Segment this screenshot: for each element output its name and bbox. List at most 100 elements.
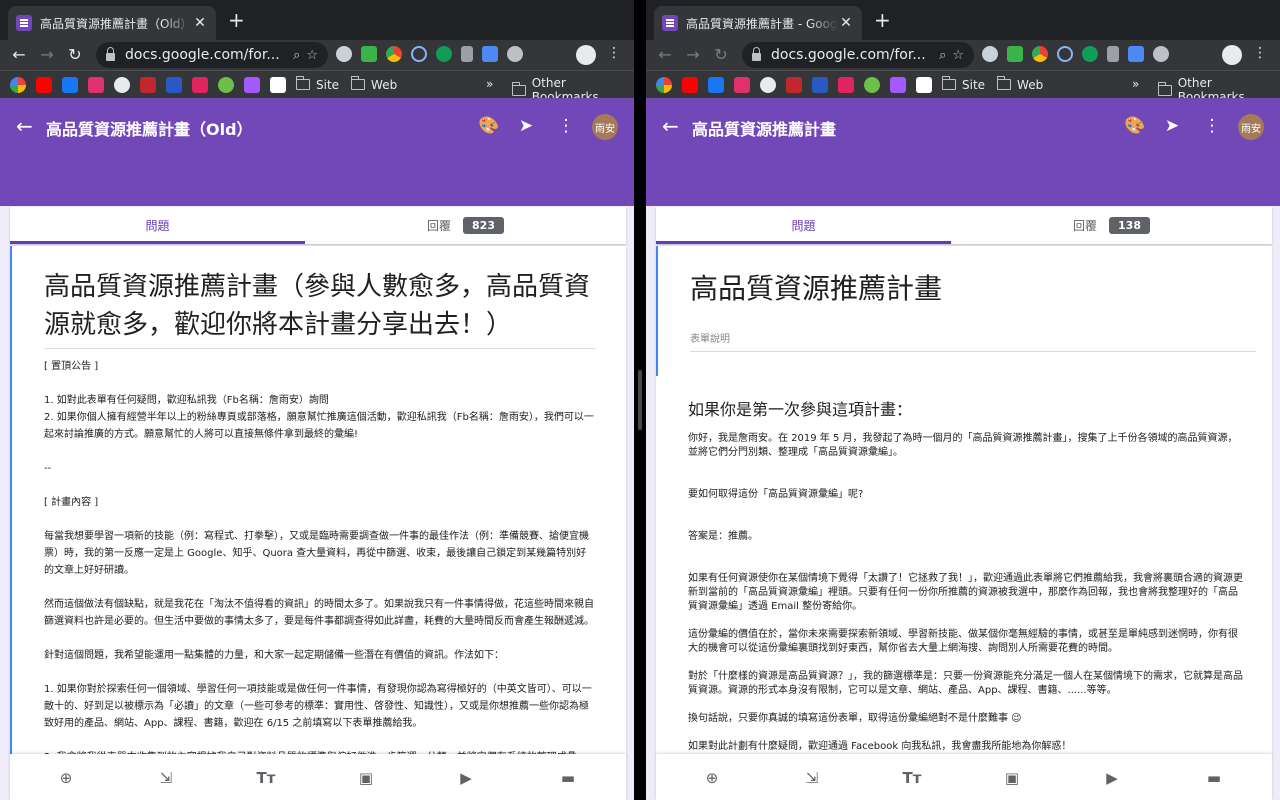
google-bookmark-icon[interactable] xyxy=(10,76,26,93)
bookmark-icon[interactable] xyxy=(140,76,156,93)
cors-extension-icon[interactable] xyxy=(1007,46,1023,62)
extension-icon[interactable] xyxy=(507,46,523,62)
bookmark-star-icon[interactable]: ☆ xyxy=(952,48,964,63)
download-extension-icon[interactable] xyxy=(461,46,473,62)
instagram-bookmark-icon[interactable] xyxy=(88,76,104,93)
extension-icon[interactable] xyxy=(336,46,352,62)
google-bookmark-icon[interactable] xyxy=(656,76,672,93)
back-arrow-icon[interactable]: ← xyxy=(654,44,676,66)
form-header-card[interactable]: 高品質資源推薦計畫 表單說明 xyxy=(656,246,1272,376)
shield-extension-icon[interactable] xyxy=(482,46,498,62)
add-title-icon[interactable]: Tт xyxy=(256,768,276,788)
browser-tab[interactable]: 高品質資源推薦計畫（Old） - Go ✕ xyxy=(8,6,216,40)
section-description[interactable]: 你好，我是詹雨安。在 2019 年 5 月，我發起了為時一個月的「高品質資源推薦… xyxy=(688,432,1244,754)
youtube-bookmark-icon[interactable] xyxy=(36,76,52,93)
add-section-icon[interactable]: ▬ xyxy=(558,768,578,788)
new-tab-icon[interactable]: + xyxy=(874,10,891,30)
react-devtools-icon[interactable] xyxy=(1057,46,1073,62)
instagram-bookmark-icon[interactable] xyxy=(734,76,750,93)
cors-extension-icon[interactable] xyxy=(361,46,377,62)
add-section-icon[interactable]: ▬ xyxy=(1204,768,1224,788)
extension-icon[interactable] xyxy=(1153,46,1169,62)
tab-responses[interactable]: 回覆 138 xyxy=(951,207,1272,244)
avatar[interactable]: 雨安 xyxy=(1238,114,1264,140)
chrome-extension-icon[interactable] xyxy=(1032,46,1048,62)
bookmark-icon[interactable] xyxy=(838,76,854,93)
bookmark-icon[interactable] xyxy=(192,76,208,93)
address-bar[interactable]: docs.google.com/for... ⌕ ☆ xyxy=(96,42,328,68)
send-icon[interactable]: ➤ xyxy=(516,116,536,136)
zoom-icon[interactable]: ⌕ xyxy=(293,48,300,63)
github-bookmark-icon[interactable] xyxy=(114,76,130,93)
add-image-icon[interactable]: ▣ xyxy=(356,768,376,788)
forward-arrow-icon[interactable]: → xyxy=(36,44,58,66)
grammar-extension-icon[interactable] xyxy=(1082,46,1098,62)
palette-icon[interactable]: 🎨 xyxy=(478,116,499,136)
facebook-bookmark-icon[interactable] xyxy=(62,76,78,93)
add-video-icon[interactable]: ▶ xyxy=(1102,768,1122,788)
send-icon[interactable]: ➤ xyxy=(1162,116,1182,136)
split-handle[interactable] xyxy=(638,370,642,430)
address-bar[interactable]: docs.google.com/for... ⌕ ☆ xyxy=(742,42,974,68)
bookmark-icon[interactable] xyxy=(218,76,234,93)
avatar[interactable]: 雨安 xyxy=(592,114,618,140)
add-question-icon[interactable]: ⊕ xyxy=(56,768,76,788)
notion-bookmark-icon[interactable] xyxy=(270,76,286,93)
close-tab-icon[interactable]: ✕ xyxy=(192,15,208,31)
url-text[interactable]: docs.google.com/for... xyxy=(125,47,287,63)
bookmark-folder-web[interactable]: Web xyxy=(996,76,1043,92)
tab-responses[interactable]: 回覆 823 xyxy=(305,207,626,244)
more-options-icon[interactable]: ⋮ xyxy=(1202,116,1222,136)
figma-bookmark-icon[interactable] xyxy=(890,76,906,93)
form-description[interactable]: [ 置頂公告 ] 1. 如對此表單有任何疑問，歡迎私訊我（Fb名稱：詹雨安）詢問… xyxy=(44,358,596,800)
browser-menu-icon[interactable]: ⋮ xyxy=(1252,45,1268,61)
chrome-extension-icon[interactable] xyxy=(386,46,402,62)
add-video-icon[interactable]: ▶ xyxy=(456,768,476,788)
form-description-field[interactable]: 表單說明 xyxy=(690,330,1256,352)
reload-icon[interactable]: ↻ xyxy=(64,44,86,66)
add-title-icon[interactable]: Tт xyxy=(902,768,922,788)
forward-arrow-icon[interactable]: → xyxy=(682,44,704,66)
tab-questions[interactable]: 問題 xyxy=(10,207,305,244)
import-questions-icon[interactable]: ⇲ xyxy=(156,768,176,788)
close-tab-icon[interactable]: ✕ xyxy=(838,15,854,31)
add-question-icon[interactable]: ⊕ xyxy=(702,768,722,788)
browser-tab[interactable]: 高品質資源推薦計畫 - Google 表單 ✕ xyxy=(654,6,862,40)
form-header-card[interactable]: 高品質資源推薦計畫（參與人數愈多，高品質資源就愈多，歡迎你將本計畫分享出去！） … xyxy=(10,246,626,797)
section-title[interactable]: 如果你是第一次參與這項計畫： xyxy=(688,396,912,420)
bookmark-folder-site[interactable]: Site xyxy=(295,76,339,92)
bookmark-icon[interactable] xyxy=(864,76,880,93)
youtube-bookmark-icon[interactable] xyxy=(682,76,698,93)
back-arrow-icon[interactable]: ← xyxy=(8,44,30,66)
new-tab-icon[interactable]: + xyxy=(228,10,245,30)
facebook-bookmark-icon[interactable] xyxy=(708,76,724,93)
bookmark-star-icon[interactable]: ☆ xyxy=(306,48,318,63)
grammar-extension-icon[interactable] xyxy=(436,46,452,62)
bookmark-folder-site[interactable]: Site xyxy=(941,76,985,92)
tab-questions[interactable]: 問題 xyxy=(656,207,951,244)
zoom-icon[interactable]: ⌕ xyxy=(939,48,946,63)
browser-menu-icon[interactable]: ⋮ xyxy=(606,45,622,61)
palette-icon[interactable]: 🎨 xyxy=(1124,116,1145,136)
notion-bookmark-icon[interactable] xyxy=(916,76,932,93)
form-heading[interactable]: 高品質資源推薦計畫 xyxy=(690,270,1242,312)
more-options-icon[interactable]: ⋮ xyxy=(556,116,576,136)
profile-avatar-icon[interactable] xyxy=(1222,45,1242,65)
import-questions-icon[interactable]: ⇲ xyxy=(802,768,822,788)
extension-icon[interactable] xyxy=(982,46,998,62)
section-card[interactable]: 如果你是第一次參與這項計畫： 你好，我是詹雨安。在 2019 年 5 月，我發起… xyxy=(656,376,1272,756)
add-image-icon[interactable]: ▣ xyxy=(1002,768,1022,788)
form-heading[interactable]: 高品質資源推薦計畫（參與人數愈多，高品質資源就愈多，歡迎你將本計畫分享出去！） xyxy=(44,268,596,349)
bookmark-icon[interactable] xyxy=(812,76,828,93)
back-arrow-icon[interactable]: ← xyxy=(16,114,33,138)
react-devtools-icon[interactable] xyxy=(411,46,427,62)
bookmarks-overflow-icon[interactable]: » xyxy=(1132,77,1139,91)
bookmark-icon[interactable] xyxy=(786,76,802,93)
download-extension-icon[interactable] xyxy=(1107,46,1119,62)
github-bookmark-icon[interactable] xyxy=(760,76,776,93)
bookmarks-overflow-icon[interactable]: » xyxy=(486,77,493,91)
figma-bookmark-icon[interactable] xyxy=(244,76,260,93)
url-text[interactable]: docs.google.com/for... xyxy=(771,47,933,63)
reload-icon[interactable]: ↻ xyxy=(710,44,732,66)
bookmark-icon[interactable] xyxy=(166,76,182,93)
